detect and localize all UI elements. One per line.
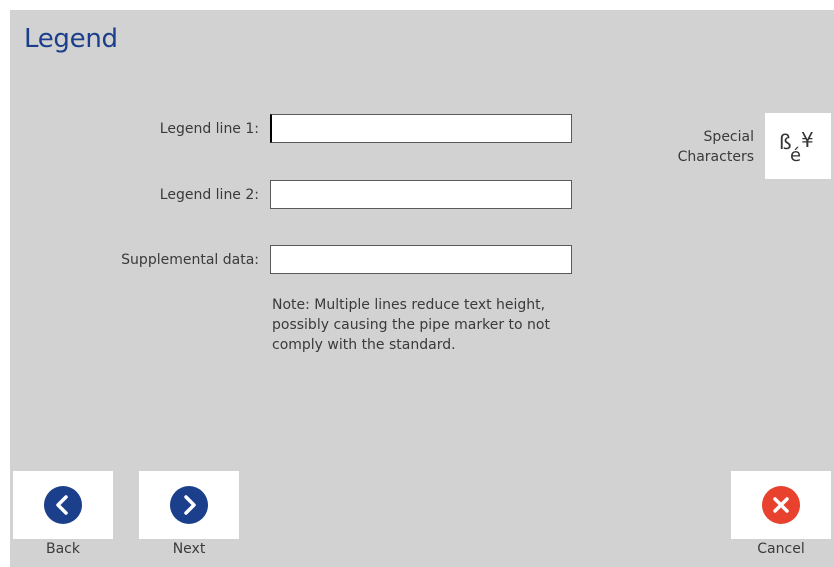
special-characters-label-line-2: Characters — [677, 149, 754, 165]
cancel-label: Cancel — [757, 541, 805, 557]
next-circle — [170, 486, 208, 524]
special-characters-label-line-1: Special — [703, 129, 754, 145]
chevron-right-icon — [184, 495, 196, 515]
chevron-left-icon — [56, 495, 68, 515]
page-title: Legend — [24, 24, 118, 54]
legend-line-1-input[interactable] — [270, 114, 572, 143]
legend-line-1-label: Legend line 1: — [159, 121, 259, 137]
special-characters-button[interactable]: ß é ¥ — [765, 113, 831, 179]
supplemental-data-label: Supplemental data: — [121, 252, 259, 268]
cancel-button[interactable] — [731, 471, 831, 539]
supplemental-data-input[interactable] — [270, 245, 572, 274]
special-characters-icon: ß é ¥ — [779, 128, 814, 166]
legend-line-2-input[interactable] — [270, 180, 572, 209]
next-button[interactable] — [139, 471, 239, 539]
back-circle — [44, 486, 82, 524]
height-note: Note: Multiple lines reduce text height,… — [272, 297, 550, 353]
legend-line-2-label: Legend line 2: — [159, 187, 259, 203]
next-label: Next — [172, 541, 206, 557]
back-label: Back — [46, 541, 80, 557]
back-button[interactable] — [13, 471, 113, 539]
svg-text:¥: ¥ — [801, 128, 814, 152]
svg-text:é: é — [790, 145, 801, 166]
cancel-circle — [762, 486, 800, 524]
close-icon — [773, 497, 789, 513]
special-characters-label: Special Characters — [678, 127, 754, 167]
legend-screen: Legend Legend line 1: Legend line 2: Sup… — [10, 10, 834, 567]
